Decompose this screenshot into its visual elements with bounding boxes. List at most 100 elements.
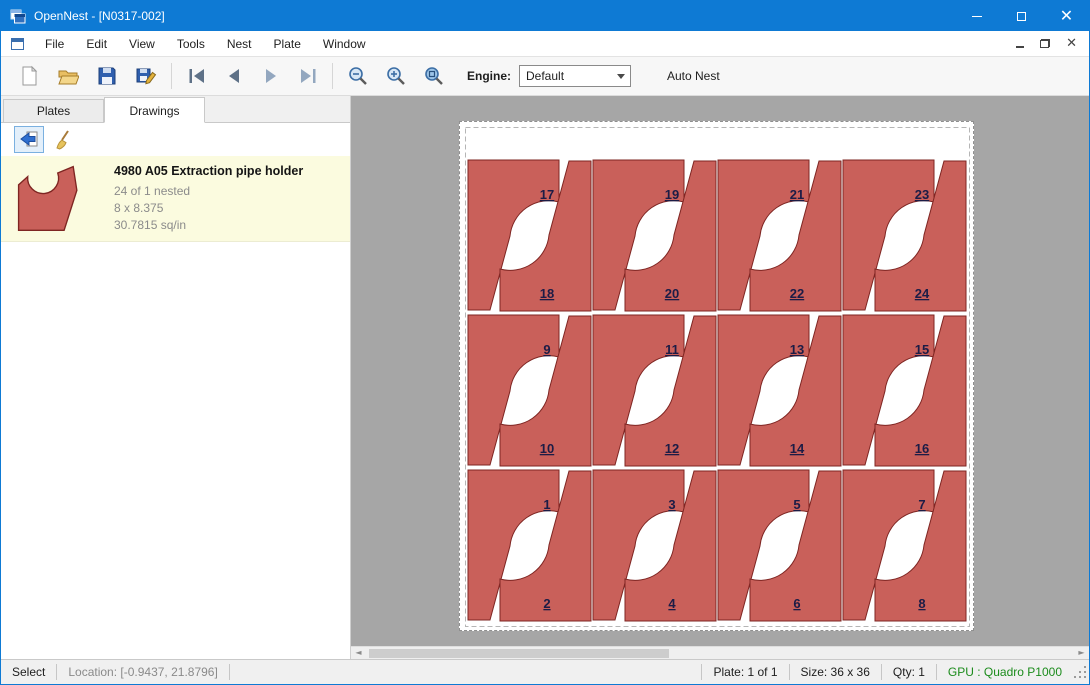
- broom-icon: [53, 129, 75, 151]
- toolbar-separator: [332, 63, 333, 89]
- zoom-fit-button[interactable]: [415, 59, 453, 93]
- part-number: 15: [915, 342, 929, 357]
- part-number: 18: [540, 286, 554, 301]
- resize-grip[interactable]: [1073, 660, 1089, 684]
- nav-prev-button[interactable]: [215, 59, 252, 93]
- engine-select[interactable]: Default: [519, 65, 631, 87]
- part-number: 14: [790, 441, 805, 456]
- nest-pair[interactable]: 34: [593, 470, 716, 621]
- part-thumbnail: [9, 163, 101, 234]
- plate: 171819202122232491011121314151612345678: [459, 121, 974, 631]
- nav-next-button[interactable]: [252, 59, 289, 93]
- nav-first-button[interactable]: [178, 59, 215, 93]
- canvas-wrap: 171819202122232491011121314151612345678 …: [351, 96, 1089, 659]
- reload-drawing-icon: [18, 129, 40, 151]
- mdi-close-button[interactable]: ✕: [1066, 37, 1077, 50]
- menu-bar: File Edit View Tools Nest Plate Window ✕: [1, 31, 1089, 57]
- nest-pair[interactable]: 1920: [593, 160, 716, 311]
- menu-plate[interactable]: Plate: [263, 32, 312, 56]
- menu-window[interactable]: Window: [312, 32, 377, 56]
- nav-last-button[interactable]: [289, 59, 326, 93]
- nav-last-icon: [297, 65, 319, 87]
- main-area: Plates Drawings: [1, 96, 1089, 659]
- scrollbar-thumb[interactable]: [369, 649, 669, 658]
- menu-tools[interactable]: Tools: [166, 32, 216, 56]
- tab-drawings[interactable]: Drawings: [104, 97, 205, 123]
- engine-value: Default: [526, 69, 564, 83]
- auto-nest-button[interactable]: Auto Nest: [659, 64, 728, 88]
- zoom-in-button[interactable]: [377, 59, 415, 93]
- part-number: 17: [540, 187, 554, 202]
- part-number: 12: [665, 441, 679, 456]
- zoom-out-icon: [347, 65, 369, 87]
- app-window: OpenNest - [N0317-002] ✕ File Edit View …: [0, 0, 1090, 685]
- part-number: 7: [918, 497, 925, 512]
- drawing-size: 8 x 8.375: [114, 200, 303, 217]
- open-button[interactable]: [48, 59, 87, 93]
- window-title: OpenNest - [N0317-002]: [34, 9, 165, 23]
- part-number: 2: [543, 596, 550, 611]
- part-number: 5: [793, 497, 800, 512]
- part-number: 10: [540, 441, 554, 456]
- close-button[interactable]: ✕: [1044, 1, 1089, 31]
- status-separator: [229, 664, 230, 680]
- status-size: Size: 36 x 36: [790, 665, 881, 679]
- toolbar: Engine: Default Auto Nest: [1, 57, 1089, 96]
- reload-drawing-button[interactable]: [14, 126, 44, 153]
- nest-pair[interactable]: 12: [468, 470, 591, 621]
- mdi-minimize-button[interactable]: [1016, 46, 1024, 48]
- menu-file[interactable]: File: [34, 32, 75, 56]
- chevron-down-icon: [617, 74, 625, 79]
- drawing-area: 30.7815 sq/in: [114, 217, 303, 234]
- part-number: 22: [790, 286, 804, 301]
- part-number: 16: [915, 441, 929, 456]
- minimize-button[interactable]: [954, 1, 999, 31]
- zoom-fit-icon: [423, 65, 445, 87]
- clean-button[interactable]: [49, 126, 79, 153]
- part-number: 9: [543, 342, 550, 357]
- new-button[interactable]: [9, 59, 48, 93]
- drawing-list-item[interactable]: 4980 A05 Extraction pipe holder 24 of 1 …: [1, 156, 350, 242]
- part-number: 1: [543, 497, 550, 512]
- status-mode: Select: [1, 665, 56, 679]
- nest-pair[interactable]: 9 10: [468, 315, 591, 466]
- nest-pair[interactable]: 78: [843, 470, 966, 621]
- nav-first-icon: [186, 65, 208, 87]
- nest-pair[interactable]: 1516: [843, 315, 966, 466]
- scroll-right-icon[interactable]: ►: [1074, 647, 1089, 659]
- tab-strip: Plates Drawings: [1, 96, 350, 123]
- drawing-nested-count: 24 of 1 nested: [114, 183, 303, 200]
- horizontal-scrollbar[interactable]: ◄ ►: [351, 646, 1089, 659]
- menu-edit[interactable]: Edit: [75, 32, 118, 56]
- nest-pair[interactable]: 1112: [593, 315, 716, 466]
- part-number: 19: [665, 187, 679, 202]
- toolbar-separator: [171, 63, 172, 89]
- save-button[interactable]: [87, 59, 126, 93]
- document-icon[interactable]: [11, 38, 24, 50]
- save-edit-button[interactable]: [126, 59, 165, 93]
- nest-pair[interactable]: 2324: [843, 160, 966, 311]
- scroll-left-icon[interactable]: ◄: [351, 647, 366, 659]
- menu-view[interactable]: View: [118, 32, 166, 56]
- maximize-button[interactable]: [999, 1, 1044, 31]
- nest-pair[interactable]: 2122: [718, 160, 841, 311]
- nest-pair[interactable]: 1314: [718, 315, 841, 466]
- part-number: 3: [668, 497, 675, 512]
- nest-pair[interactable]: 56: [718, 470, 841, 621]
- drawing-title: 4980 A05 Extraction pipe holder: [114, 164, 303, 178]
- part-number: 4: [668, 596, 676, 611]
- nest-pair[interactable]: 1718: [468, 160, 591, 311]
- zoom-in-icon: [385, 65, 407, 87]
- menu-nest[interactable]: Nest: [216, 32, 263, 56]
- maximize-icon: [1017, 12, 1026, 21]
- nest-canvas[interactable]: 171819202122232491011121314151612345678: [351, 96, 1089, 646]
- tab-plates[interactable]: Plates: [3, 99, 104, 122]
- status-location: Location: [-0.9437, 21.8796]: [57, 665, 228, 679]
- engine-label: Engine:: [467, 69, 511, 83]
- nav-next-icon: [260, 65, 282, 87]
- status-gpu: GPU : Quadro P1000: [937, 665, 1073, 679]
- save-icon: [96, 65, 118, 87]
- mdi-restore-button[interactable]: [1040, 39, 1050, 48]
- close-icon: ✕: [1060, 8, 1073, 24]
- zoom-out-button[interactable]: [339, 59, 377, 93]
